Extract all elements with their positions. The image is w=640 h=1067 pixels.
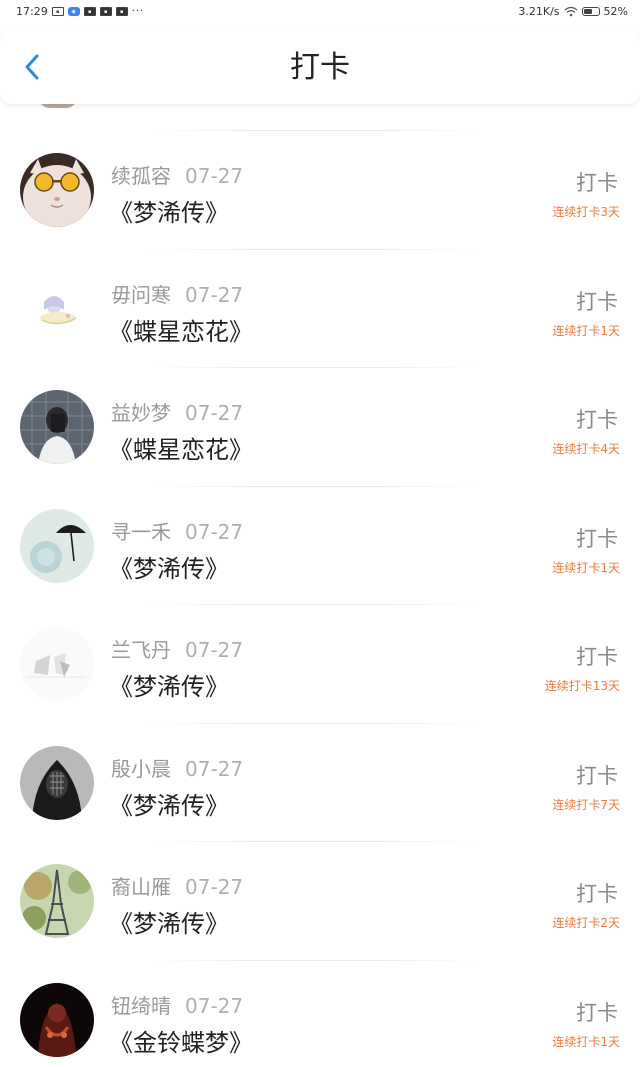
list-item[interactable]: 殷小晨 07-27 《梦浠传》 打卡 连续打卡7天 xyxy=(0,705,640,824)
mirror-selfie-avatar[interactable] xyxy=(20,390,94,464)
entry-date: 07-27 xyxy=(185,875,244,899)
streak-label: 连续打卡2天 xyxy=(552,916,620,930)
list-item[interactable]: 寻一禾 07-27 《梦浠传》 打卡 连续打卡1天 xyxy=(0,468,640,587)
divider xyxy=(150,367,480,368)
entry-date: 07-27 xyxy=(185,282,244,307)
divider xyxy=(150,248,480,250)
list-item[interactable]: 钮绮晴 07-27 《金铃蝶梦》 打卡 连续打卡1天 xyxy=(0,942,640,1061)
entry-date: 07-27 xyxy=(185,519,244,544)
list-item[interactable]: 续孤容 07-27 《梦浠传》 打卡 连续打卡3天 xyxy=(0,112,640,231)
entry-date: 07-27 xyxy=(185,401,244,425)
anime-girl-avatar[interactable] xyxy=(20,271,94,346)
entry-meta: 毋问寒 07-27 xyxy=(111,279,243,308)
notification-icon: ▪ xyxy=(51,6,64,16)
entry-meta: 续孤容 07-27 xyxy=(111,160,243,189)
status-bar-left: 17:29 ▪ ◉ ▪ ▪ ▪ ··· xyxy=(16,5,144,18)
divider xyxy=(150,841,480,842)
streak-label: 连续打卡3天 xyxy=(552,205,620,219)
checkin-button[interactable]: 打卡 xyxy=(576,878,618,908)
notification-icon: ▪ xyxy=(83,6,96,16)
paper-sketch-avatar[interactable] xyxy=(20,627,94,701)
entry-date: 07-27 xyxy=(185,756,244,781)
entry-date: 07-27 xyxy=(185,993,244,1018)
entry-meta: 兰飞丹 07-27 xyxy=(111,634,243,663)
screen: 17:29 ▪ ◉ ▪ ▪ ▪ ··· 3.21K/s 52% 打卡 续孤容 0… xyxy=(0,0,640,1067)
book-title[interactable]: 《梦浠传》 xyxy=(109,549,229,584)
book-title[interactable]: 《梦浠传》 xyxy=(109,193,229,228)
user-name: 益妙梦 xyxy=(111,401,171,425)
checkin-button[interactable]: 打卡 xyxy=(576,760,618,790)
entry-meta: 裔山雁 07-27 xyxy=(111,871,243,900)
streak-label: 连续打卡7天 xyxy=(552,797,620,812)
user-name: 殷小晨 xyxy=(111,756,171,781)
net-speed: 3.21K/s xyxy=(518,4,560,18)
list-item[interactable]: 兰飞丹 07-27 《梦浠传》 打卡 连续打卡13天 xyxy=(0,586,640,705)
user-name: 毋问寒 xyxy=(111,282,171,307)
book-title[interactable]: 《梦浠传》 xyxy=(109,904,229,939)
list-item[interactable]: 裔山雁 07-27 《梦浠传》 打卡 连续打卡2天 xyxy=(0,823,640,942)
status-time: 17:29 xyxy=(16,4,48,18)
checkin-button[interactable]: 打卡 xyxy=(576,286,618,316)
streak-label: 连续打卡13天 xyxy=(544,679,620,693)
entry-date: 07-27 xyxy=(185,638,244,662)
book-title[interactable]: 《蝶星恋花》 xyxy=(109,430,253,465)
eiffel-tower-avatar[interactable] xyxy=(20,864,94,938)
user-name: 兰飞丹 xyxy=(111,638,171,662)
user-name: 寻一禾 xyxy=(111,519,171,544)
checkin-button[interactable]: 打卡 xyxy=(576,404,618,434)
header-bar: 打卡 xyxy=(0,30,640,104)
status-bar: 17:29 ▪ ◉ ▪ ▪ ▪ ··· 3.21K/s 52% xyxy=(0,0,640,22)
checkin-button[interactable]: 打卡 xyxy=(576,997,618,1027)
wifi-icon xyxy=(564,6,577,16)
umbrella-rose-avatar[interactable] xyxy=(20,508,94,583)
streak-label: 连续打卡4天 xyxy=(552,442,620,456)
streak-label: 连续打卡1天 xyxy=(552,323,620,338)
list-item[interactable]: 毋问寒 07-27 《蝶星恋花》 打卡 连续打卡1天 xyxy=(0,231,640,350)
divider xyxy=(150,485,480,487)
book-title[interactable]: 《蝶星恋花》 xyxy=(109,312,253,347)
app-icon: ◉ xyxy=(67,6,80,16)
streak-label: 连续打卡1天 xyxy=(552,1034,620,1049)
battery-percent: 52% xyxy=(603,4,628,18)
cat-glasses-avatar[interactable] xyxy=(20,153,94,227)
streak-label: 连续打卡1天 xyxy=(552,560,620,575)
notification-icon: ▪ xyxy=(99,6,112,16)
checkin-button[interactable]: 打卡 xyxy=(576,523,618,553)
notification-icon: ▪ xyxy=(115,6,128,16)
hooded-figure-avatar[interactable] xyxy=(20,745,94,820)
book-title[interactable]: 《梦浠传》 xyxy=(109,667,229,702)
divider xyxy=(150,722,480,724)
user-name: 裔山雁 xyxy=(111,875,171,899)
book-title[interactable]: 《梦浠传》 xyxy=(109,786,229,821)
checkin-button[interactable]: 打卡 xyxy=(576,641,618,671)
checkin-button[interactable]: 打卡 xyxy=(576,167,618,197)
dark-portrait-avatar[interactable] xyxy=(20,982,94,1057)
entry-date: 07-27 xyxy=(185,164,244,188)
page-title: 打卡 xyxy=(290,50,350,85)
checkin-list: 续孤容 07-27 《梦浠传》 打卡 连续打卡3天 毋问寒 07-27 《蝶星恋… xyxy=(0,112,640,1060)
divider xyxy=(150,130,480,131)
entry-meta: 益妙梦 07-27 xyxy=(111,397,243,426)
divider xyxy=(150,959,480,961)
list-item[interactable]: 益妙梦 07-27 《蝶星恋花》 打卡 连续打卡4天 xyxy=(0,349,640,468)
more-notifications-icon: ··· xyxy=(131,5,145,17)
book-title[interactable]: 《金铃蝶梦》 xyxy=(109,1023,253,1058)
battery-icon xyxy=(581,6,600,16)
status-bar-right: 3.21K/s 52% xyxy=(518,5,628,18)
divider xyxy=(150,604,480,605)
entry-meta: 寻一禾 07-27 xyxy=(111,516,243,545)
entry-meta: 殷小晨 07-27 xyxy=(111,753,243,782)
user-name: 钮绮晴 xyxy=(111,993,171,1018)
entry-meta: 钮绮晴 07-27 xyxy=(111,990,243,1019)
user-name: 续孤容 xyxy=(111,164,171,188)
